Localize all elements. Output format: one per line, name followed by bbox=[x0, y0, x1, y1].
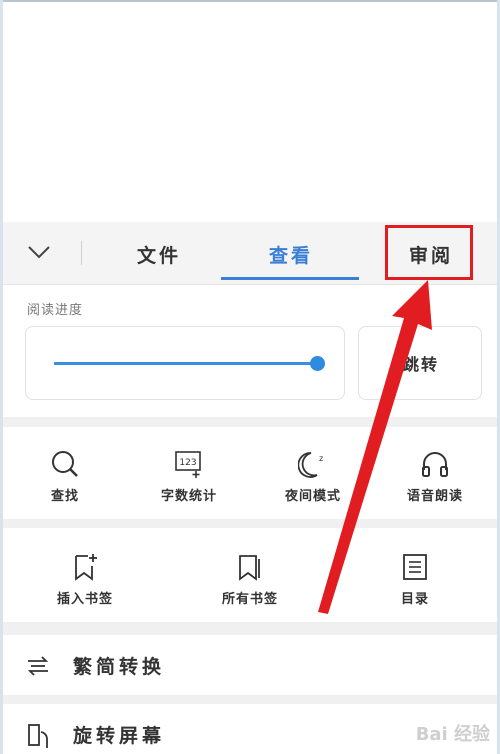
toc-label: 目录 bbox=[400, 592, 429, 607]
tab-view[interactable]: 查看 bbox=[261, 241, 321, 267]
view-menu-panel: 文件 查看 审阅 阅读进度 跳转 查找 123 字数统计 z 夜间模式 语音朗读… bbox=[3, 222, 497, 754]
watermark: Bai 经验 bbox=[415, 724, 490, 745]
svg-text:z: z bbox=[319, 454, 323, 463]
document-top-border bbox=[3, 0, 497, 2]
chevron-down-icon bbox=[27, 244, 51, 263]
insert-bookmark-label: 插入书签 bbox=[56, 592, 113, 607]
night-mode-label: 夜间模式 bbox=[284, 489, 341, 504]
tools-card: 查找 123 字数统计 z 夜间模式 语音朗读 bbox=[3, 427, 497, 519]
night-mode-icon: z bbox=[263, 449, 363, 479]
progress-slider-thumb[interactable] bbox=[310, 356, 325, 371]
reading-progress-card: 阅读进度 跳转 bbox=[3, 285, 497, 417]
jump-button[interactable]: 跳转 bbox=[358, 326, 482, 400]
convert-chinese-row[interactable]: 繁简转换 bbox=[3, 635, 497, 695]
jump-button-label: 跳转 bbox=[403, 355, 440, 374]
read-aloud-label: 语音朗读 bbox=[406, 489, 463, 504]
review-tab-highlight-annotation bbox=[385, 225, 473, 280]
read-aloud-tool[interactable]: 语音朗读 bbox=[385, 449, 485, 504]
all-bookmarks-label: 所有书签 bbox=[221, 592, 278, 607]
toc-button[interactable]: 目录 bbox=[365, 552, 465, 607]
convert-icon bbox=[25, 653, 51, 683]
word-count-tool[interactable]: 123 字数统计 bbox=[139, 449, 239, 504]
word-count-icon: 123 bbox=[139, 449, 239, 479]
reading-progress-title: 阅读进度 bbox=[27, 303, 84, 318]
rotate-screen-icon bbox=[25, 722, 51, 752]
insert-bookmark-button[interactable]: 插入书签 bbox=[35, 552, 135, 607]
collapse-panel-button[interactable] bbox=[21, 238, 57, 268]
word-count-label: 字数统计 bbox=[160, 489, 217, 504]
headphones-icon bbox=[385, 449, 485, 479]
all-bookmarks-button[interactable]: 所有书签 bbox=[200, 552, 300, 607]
progress-slider-track[interactable] bbox=[54, 362, 318, 365]
search-icon bbox=[15, 449, 115, 479]
bookmarks-card: 插入书签 所有书签 目录 bbox=[3, 528, 497, 622]
tab-divider bbox=[81, 241, 82, 265]
convert-chinese-label: 繁简转换 bbox=[73, 656, 166, 678]
toc-icon bbox=[365, 552, 465, 582]
tab-bar: 文件 查看 审阅 bbox=[3, 222, 497, 285]
night-mode-tool[interactable]: z 夜间模式 bbox=[263, 449, 363, 504]
app-screen: 文件 查看 审阅 阅读进度 跳转 查找 123 字数统计 z 夜间模式 语音朗读… bbox=[0, 0, 500, 754]
word-count-icon-text: 123 bbox=[179, 458, 196, 468]
tab-file[interactable]: 文件 bbox=[129, 241, 189, 267]
insert-bookmark-icon bbox=[35, 552, 135, 582]
rotate-screen-label: 旋转屏幕 bbox=[73, 725, 166, 747]
document-area[interactable] bbox=[3, 0, 497, 222]
progress-slider-container bbox=[25, 326, 345, 400]
search-tool[interactable]: 查找 bbox=[15, 449, 115, 504]
search-label: 查找 bbox=[50, 489, 79, 504]
active-tab-indicator bbox=[221, 277, 359, 280]
bookmarks-icon bbox=[200, 552, 300, 582]
